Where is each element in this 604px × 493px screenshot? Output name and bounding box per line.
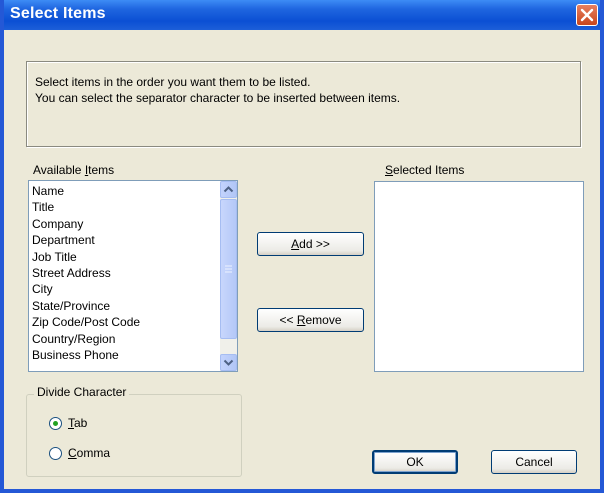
remove-button[interactable]: << Remove — [257, 308, 364, 332]
available-items-list[interactable]: Name Title Company Department Job Title Stree… — [28, 180, 238, 372]
scroll-thumb[interactable] — [220, 199, 237, 339]
chevron-down-icon — [223, 359, 234, 366]
instructions-panel: Select items in the order you want them … — [26, 61, 581, 147]
list-item[interactable]: Company — [32, 217, 83, 231]
list-item[interactable]: State/Province — [32, 299, 110, 313]
list-item[interactable]: Title — [32, 200, 54, 214]
list-item[interactable]: Country/Region — [32, 332, 115, 346]
available-items-scrollbar[interactable] — [220, 181, 237, 371]
ok-button[interactable]: OK — [372, 450, 458, 474]
close-button[interactable] — [576, 4, 598, 26]
selected-items-list[interactable] — [374, 181, 584, 372]
comma-radio[interactable] — [49, 447, 62, 460]
divide-character-group — [26, 394, 242, 477]
instructions-line-2: You can select the separator character t… — [35, 91, 401, 105]
comma-radio-label[interactable]: Comma — [68, 446, 110, 460]
list-item[interactable]: Street Address — [32, 266, 111, 280]
cancel-button[interactable]: Cancel — [491, 450, 577, 474]
scroll-up-button[interactable] — [220, 181, 237, 198]
close-icon — [580, 8, 594, 22]
available-items-label: Available Items — [33, 163, 115, 177]
scroll-down-button[interactable] — [220, 354, 237, 371]
selected-items-label: Selected Items — [385, 163, 465, 177]
list-item[interactable]: Job Title — [32, 250, 77, 264]
list-item[interactable]: City — [32, 282, 53, 296]
list-item[interactable]: Name — [32, 184, 64, 198]
tab-radio-label[interactable]: Tab — [68, 416, 87, 430]
add-button[interactable]: Add >> — [257, 232, 364, 256]
window-title: Select Items — [10, 5, 106, 22]
radio-selected-dot — [53, 421, 58, 426]
chevron-up-icon — [223, 186, 234, 193]
list-item[interactable]: Department — [32, 233, 95, 247]
tab-radio[interactable] — [49, 417, 62, 430]
instructions-line-1: Select items in the order you want them … — [35, 75, 311, 89]
title-bar[interactable]: Select Items — [4, 0, 600, 30]
list-item[interactable]: Zip Code/Post Code — [32, 315, 140, 329]
list-item[interactable]: Business Phone — [32, 348, 119, 362]
scroll-grip-icon — [225, 265, 232, 273]
divide-character-label: Divide Character — [34, 385, 130, 399]
